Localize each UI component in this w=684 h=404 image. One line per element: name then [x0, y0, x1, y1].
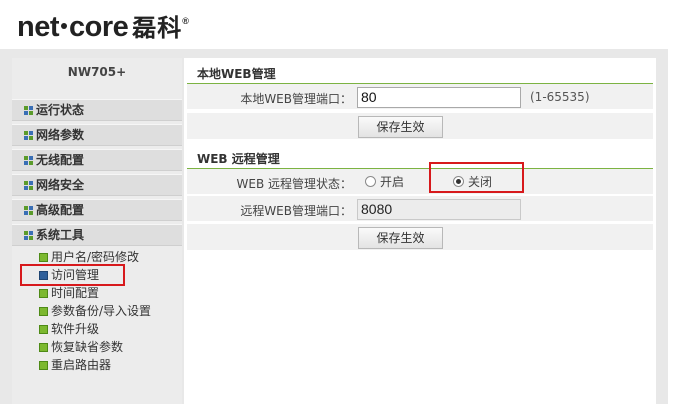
logo-reg: ®	[182, 16, 189, 26]
menu-run-status[interactable]: 运行状态	[12, 99, 182, 121]
logo-net: net	[17, 11, 60, 43]
submenu-label: 参数备份/导入设置	[51, 304, 152, 318]
bullet-icon	[39, 307, 48, 316]
menu-system-tools[interactable]: 系统工具	[12, 224, 182, 246]
menu-advanced[interactable]: 高级配置	[12, 199, 182, 221]
submenu-label: 恢复缺省参数	[51, 340, 124, 354]
bullet-icon	[39, 361, 48, 370]
section-title-local: 本地WEB管理	[197, 67, 276, 81]
page-edge	[668, 49, 684, 404]
menu-grid-icon	[24, 131, 33, 140]
radio-enable[interactable]: 开启	[365, 173, 404, 191]
menu-security[interactable]: 网络安全	[12, 174, 182, 196]
remote-port-label: 远程WEB管理端口：	[240, 204, 352, 218]
remote-port-input[interactable]: 8080	[357, 199, 521, 220]
menu-label: 高级配置	[36, 203, 85, 217]
local-port-input[interactable]: 80	[357, 87, 521, 108]
header: net core 磊科®	[0, 0, 684, 50]
logo-dot-icon	[61, 23, 67, 30]
remote-save-row: 保存生效	[187, 224, 653, 250]
submenu-label: 用户名/密码修改	[51, 250, 140, 264]
port-range-hint: (1-65535)	[530, 90, 590, 104]
submenu-label: 软件升级	[51, 322, 100, 336]
device-model: NW705+	[67, 65, 127, 79]
submenu-upgrade[interactable]: 软件升级	[39, 320, 99, 338]
menu-label: 网络参数	[36, 128, 85, 142]
menu-network-params[interactable]: 网络参数	[12, 124, 182, 146]
bullet-icon	[39, 343, 48, 352]
sidebar: NW705+ 运行状态 网络参数 无线配置 网络安全 高级配置 系统工具 用户名…	[12, 58, 182, 404]
logo-cn: 磊科	[132, 15, 183, 42]
menu-grid-icon	[24, 156, 33, 165]
menu-grid-icon	[24, 106, 33, 115]
submenu-label: 重启路由器	[51, 358, 112, 372]
content-panel: 本地WEB管理 本地WEB管理端口： 80 (1-65535) 保存生效 WEB…	[184, 58, 656, 404]
bullet-icon	[39, 325, 48, 334]
submenu-backup[interactable]: 参数备份/导入设置	[39, 302, 151, 320]
remote-port-row: 远程WEB管理端口： 8080	[187, 196, 653, 222]
local-port-label: 本地WEB管理端口：	[240, 92, 352, 106]
bullet-icon	[39, 253, 48, 262]
submenu-time[interactable]: 时间配置	[39, 284, 99, 302]
radio-circle-icon	[365, 176, 376, 187]
menu-label: 无线配置	[36, 153, 85, 167]
logo-core: core	[69, 11, 129, 43]
submenu-reboot[interactable]: 重启路由器	[39, 356, 111, 374]
remote-status-label: WEB 远程管理状态：	[236, 177, 353, 191]
menu-label: 系统工具	[36, 228, 85, 242]
highlight-box-radio	[429, 162, 524, 193]
menu-label: 运行状态	[36, 103, 85, 117]
remote-status-row: WEB 远程管理状态： 开启 关闭	[187, 169, 653, 195]
remote-save-button[interactable]: 保存生效	[358, 227, 443, 249]
submenu-restore-defaults[interactable]: 恢复缺省参数	[39, 338, 123, 356]
menu-label: 网络安全	[36, 178, 85, 192]
menu-grid-icon	[24, 231, 33, 240]
menu-grid-icon	[24, 181, 33, 190]
local-save-button[interactable]: 保存生效	[358, 116, 443, 138]
section-title-remote: WEB 远程管理	[197, 152, 280, 166]
local-port-row: 本地WEB管理端口： 80 (1-65535)	[187, 84, 653, 110]
local-save-row: 保存生效	[187, 113, 653, 139]
menu-grid-icon	[24, 206, 33, 215]
bullet-icon	[39, 289, 48, 298]
menu-wireless[interactable]: 无线配置	[12, 149, 182, 171]
submenu-label: 时间配置	[51, 286, 100, 300]
highlight-box-menu	[20, 264, 125, 286]
radio-enable-label: 开启	[380, 175, 405, 189]
netcore-logo: net core 磊科®	[17, 11, 189, 44]
